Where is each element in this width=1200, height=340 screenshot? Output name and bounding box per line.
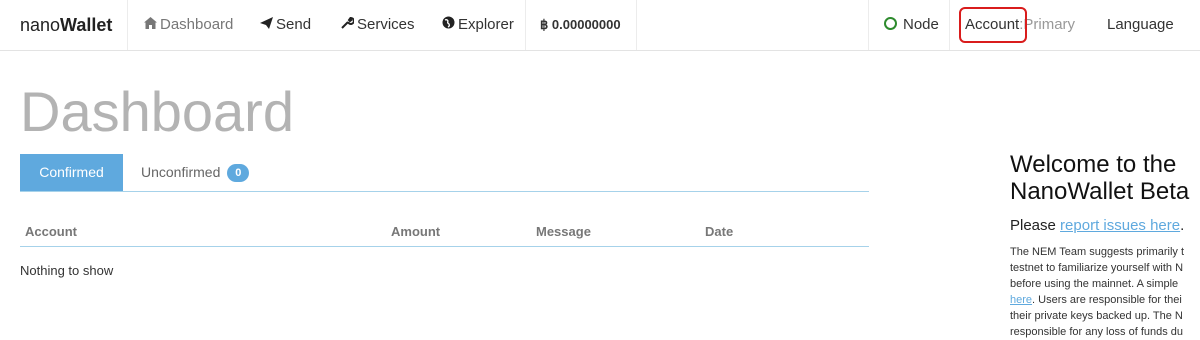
nav-divider [127, 0, 128, 50]
empty-table-message: Nothing to show [20, 263, 114, 278]
node-status-button[interactable]: Node [884, 0, 939, 50]
report-issues-link[interactable]: report issues here [1060, 217, 1180, 234]
nav-dashboard[interactable]: Dashboard [143, 0, 233, 50]
nav-divider [525, 0, 526, 50]
nav-services-label: Services [357, 16, 415, 33]
currency-icon: ฿ [540, 17, 549, 32]
wrench-icon [340, 0, 355, 50]
nav-explorer-label: Explorer [458, 16, 514, 33]
brand-bold: Wallet [60, 15, 113, 35]
home-icon [143, 0, 157, 50]
nav-send-label: Send [276, 16, 312, 33]
balance-value: 0.00000000 [551, 17, 621, 32]
tab-unconfirmed[interactable]: Unconfirmed 0 [141, 154, 250, 191]
report-issues-text: Please report issues here. [1010, 217, 1185, 234]
brand-logo[interactable]: nanoWallet [20, 0, 112, 50]
welcome-info-text: The NEM Team suggests primarily t testne… [1010, 244, 1200, 340]
welcome-title: Welcome to the NanoWallet Beta [1010, 151, 1190, 205]
info-line: The NEM Team suggests primarily t [1010, 246, 1185, 258]
nav-explorer[interactable]: Explorer [441, 0, 514, 50]
column-header-account: Account [25, 224, 77, 239]
account-highlight-box [959, 7, 1027, 43]
transactions-table-header: Account Amount Message Date [20, 222, 869, 247]
account-value: Primary [1023, 16, 1076, 33]
top-navbar: nanoWallet Dashboard Send Services Explo… [0, 0, 1200, 51]
transactions-tabs: Confirmed Unconfirmed 0 [20, 154, 869, 192]
info-line: . Users are responsible for thei [1032, 294, 1182, 306]
brand-prefix: nano [20, 15, 61, 35]
nav-send[interactable]: Send [259, 0, 311, 50]
language-label: Language [1107, 16, 1174, 33]
tab-unconfirmed-label: Unconfirmed [141, 164, 221, 180]
column-header-message: Message [536, 224, 591, 239]
tab-confirmed[interactable]: Confirmed [20, 154, 123, 191]
tab-confirmed-label: Confirmed [39, 164, 104, 180]
info-line: testnet to familiarize yourself with N [1010, 262, 1184, 274]
info-line: their private keys backed up. The N [1010, 310, 1183, 322]
column-header-amount: Amount [391, 224, 441, 239]
globe-icon [441, 0, 455, 50]
node-status-icon [884, 17, 897, 30]
nav-divider [868, 0, 869, 50]
balance-display: ฿ 0.00000000 [540, 0, 621, 50]
column-header-date: Date [705, 224, 734, 239]
nav-divider [949, 0, 950, 50]
unconfirmed-count-badge: 0 [227, 164, 250, 182]
nav-dashboard-label: Dashboard [160, 16, 234, 33]
info-line: before using the mainnet. A simple [1010, 278, 1179, 290]
language-menu[interactable]: Language [1107, 0, 1174, 50]
page-title: Dashboard [20, 80, 294, 143]
info-line: responsible for any loss of funds du [1010, 326, 1184, 338]
info-here-link[interactable]: here [1010, 294, 1032, 306]
paper-plane-icon [259, 0, 273, 50]
node-label: Node [903, 16, 939, 33]
nav-services[interactable]: Services [340, 0, 415, 50]
nav-divider [636, 0, 637, 50]
please-text: Please [1010, 217, 1056, 234]
